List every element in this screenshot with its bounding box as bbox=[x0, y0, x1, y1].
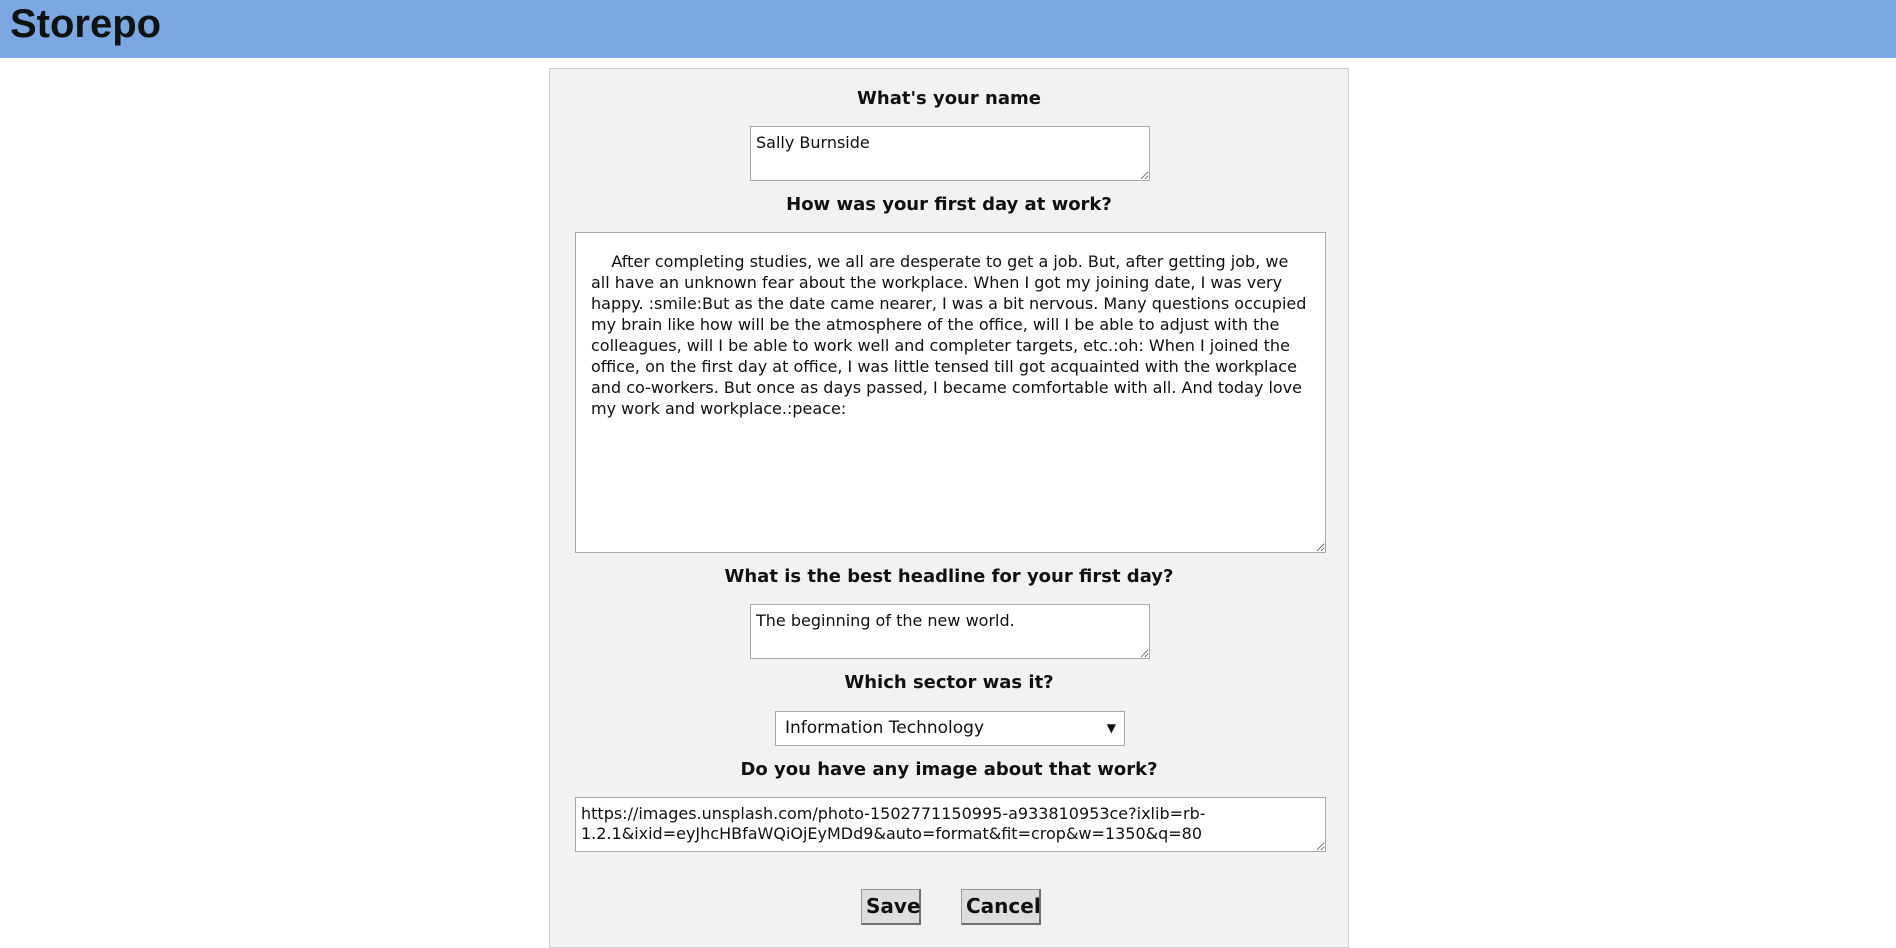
headline-question: What is the best headline for your first… bbox=[724, 566, 1174, 587]
story-question: How was your first day at work? bbox=[786, 194, 1112, 215]
triangle-down-icon: ▼ bbox=[1106, 721, 1116, 735]
sector-question: Which sector was it? bbox=[844, 672, 1054, 693]
name-field[interactable]: Sally Burnside bbox=[750, 126, 1150, 181]
app-title: Storepo bbox=[10, 2, 162, 46]
name-question: What's your name bbox=[857, 88, 1041, 109]
story-field[interactable]: After completing studies, we all are des… bbox=[575, 232, 1326, 553]
cancel-button[interactable]: Cancel bbox=[961, 889, 1041, 925]
headline-field[interactable]: The beginning of the new world. bbox=[750, 604, 1150, 659]
image-question: Do you have any image about that work? bbox=[740, 759, 1158, 780]
sector-selected-value: Information Technology bbox=[785, 718, 985, 738]
top-bar: Storepo bbox=[0, 0, 1896, 58]
sector-select[interactable]: Information Technology ▼ bbox=[775, 711, 1125, 746]
story-form: What's your name Sally Burnside How was … bbox=[549, 68, 1349, 948]
image-url-field[interactable]: https://images.unsplash.com/photo-150277… bbox=[575, 797, 1326, 852]
save-button[interactable]: Save bbox=[861, 889, 921, 925]
